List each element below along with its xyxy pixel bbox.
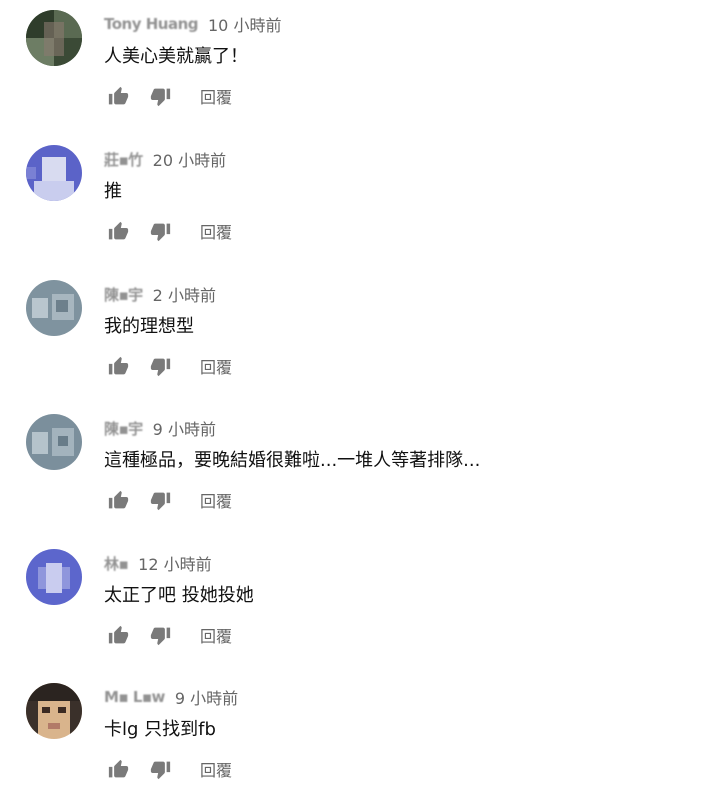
like-button[interactable]	[104, 755, 132, 783]
comment-item: 莊▪竹 20 小時前 推 回覆	[0, 135, 713, 265]
thumb-up-icon	[108, 490, 128, 508]
comment-actions: 回覆	[104, 621, 236, 649]
dislike-button[interactable]	[146, 352, 174, 380]
reply-button[interactable]: 回覆	[196, 352, 236, 380]
comment-text: 這種極品，要晚結婚很難啦...一堆人等著排隊...	[104, 450, 481, 471]
dislike-button[interactable]	[146, 82, 174, 110]
thumb-up-icon	[108, 86, 128, 104]
avatar[interactable]	[26, 549, 82, 605]
author-line: 陳▪宇 9 小時前	[104, 416, 216, 440]
comment-text: 太正了吧 投她投她	[104, 585, 254, 606]
timestamp[interactable]: 9 小時前	[175, 685, 238, 709]
thumb-down-icon	[150, 358, 170, 376]
reply-button[interactable]: 回覆	[196, 621, 236, 649]
author-line: 莊▪竹 20 小時前	[104, 147, 226, 171]
avatar[interactable]	[26, 10, 82, 66]
author-name[interactable]: 林▪	[104, 553, 129, 574]
comment-actions: 回覆	[104, 486, 236, 514]
author-line: 陳▪宇 2 小時前	[104, 282, 216, 306]
timestamp[interactable]: 10 小時前	[208, 12, 281, 36]
avatar[interactable]	[26, 145, 82, 201]
comment-item: 陳▪宇 2 小時前 我的理想型 回覆	[0, 270, 713, 400]
timestamp[interactable]: 2 小時前	[153, 282, 216, 306]
dislike-button[interactable]	[146, 755, 174, 783]
like-button[interactable]	[104, 352, 132, 380]
reply-button[interactable]: 回覆	[196, 755, 236, 783]
comment-text: 卡lg 只找到fb	[104, 719, 216, 740]
author-name[interactable]: 莊▪竹	[104, 149, 143, 170]
thumb-down-icon	[150, 761, 170, 779]
comment-text: 我的理想型	[104, 316, 194, 337]
avatar[interactable]	[26, 280, 82, 336]
comment-item: M▪ L▪w 9 小時前 卡lg 只找到fb 回覆	[0, 673, 713, 803]
reply-button[interactable]: 回覆	[196, 217, 236, 245]
thumb-down-icon	[150, 492, 170, 510]
comment-actions: 回覆	[104, 755, 236, 783]
thumb-up-icon	[108, 356, 128, 374]
thumb-up-icon	[108, 759, 128, 777]
avatar[interactable]	[26, 683, 82, 739]
comment-text: 推	[104, 181, 122, 202]
thumb-down-icon	[150, 223, 170, 241]
like-button[interactable]	[104, 217, 132, 245]
reply-button[interactable]: 回覆	[196, 82, 236, 110]
thumb-down-icon	[150, 88, 170, 106]
comment-item: 林▪ 12 小時前 太正了吧 投她投她 回覆	[0, 539, 713, 669]
like-button[interactable]	[104, 486, 132, 514]
timestamp[interactable]: 20 小時前	[153, 147, 226, 171]
author-line: Tony Huang 10 小時前	[104, 12, 281, 36]
like-button[interactable]	[104, 82, 132, 110]
author-name[interactable]: M▪ L▪w	[104, 688, 165, 706]
like-button[interactable]	[104, 621, 132, 649]
comment-list: Tony Huang 10 小時前 人美心美就贏了！ 回覆 莊▪竹 20 小時前…	[0, 0, 713, 806]
comment-actions: 回覆	[104, 352, 236, 380]
timestamp[interactable]: 9 小時前	[153, 416, 216, 440]
thumb-down-icon	[150, 627, 170, 645]
comment-text: 人美心美就贏了！	[104, 46, 248, 67]
author-name[interactable]: 陳▪宇	[104, 418, 143, 439]
thumb-up-icon	[108, 625, 128, 643]
timestamp[interactable]: 12 小時前	[138, 551, 211, 575]
dislike-button[interactable]	[146, 621, 174, 649]
comment-actions: 回覆	[104, 82, 236, 110]
reply-button[interactable]: 回覆	[196, 486, 236, 514]
dislike-button[interactable]	[146, 486, 174, 514]
dislike-button[interactable]	[146, 217, 174, 245]
comment-actions: 回覆	[104, 217, 236, 245]
avatar[interactable]	[26, 414, 82, 470]
comment-item: 陳▪宇 9 小時前 這種極品，要晚結婚很難啦...一堆人等著排隊... 回覆	[0, 404, 713, 534]
comment-item: Tony Huang 10 小時前 人美心美就贏了！ 回覆	[0, 0, 713, 130]
thumb-up-icon	[108, 221, 128, 239]
author-line: M▪ L▪w 9 小時前	[104, 685, 238, 709]
author-line: 林▪ 12 小時前	[104, 551, 212, 575]
author-name[interactable]: Tony Huang	[104, 15, 199, 33]
author-name[interactable]: 陳▪宇	[104, 284, 143, 305]
